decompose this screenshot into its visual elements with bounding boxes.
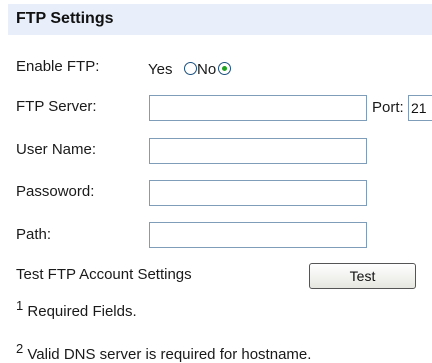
enable-ftp-no-label: No [197,61,217,78]
port-input[interactable]: 21 [408,95,432,121]
enable-ftp-yes-radio[interactable] [184,62,197,75]
note-marker: 2 [16,341,24,356]
password-label: Passoword: [16,183,95,200]
note-required-fields: 1 Required Fields. [16,298,137,320]
enable-ftp-label: Enable FTP: [16,58,100,75]
ftp-server-label: FTP Server: [16,98,97,115]
enable-ftp-no-radio[interactable] [218,62,231,75]
path-label: Path: [16,226,52,243]
note-text: Valid DNS server is required for hostnam… [27,346,312,363]
test-ftp-label: Test FTP Account Settings [16,266,192,283]
path-input[interactable] [149,222,367,248]
note-text: Required Fields. [27,303,137,320]
user-name-label: User Name: [16,141,97,158]
section-header: FTP Settings [8,4,432,35]
user-name-input[interactable] [149,138,367,164]
password-input[interactable] [149,180,367,206]
note-marker: 1 [16,298,24,313]
note-dns-required: 2 Valid DNS server is required for hostn… [16,341,311,363]
port-label: Port: [372,99,404,116]
enable-ftp-yes-label: Yes [148,61,173,78]
section-title: FTP Settings [16,10,114,27]
ftp-server-input[interactable] [149,95,367,121]
test-button[interactable]: Test [309,263,416,289]
